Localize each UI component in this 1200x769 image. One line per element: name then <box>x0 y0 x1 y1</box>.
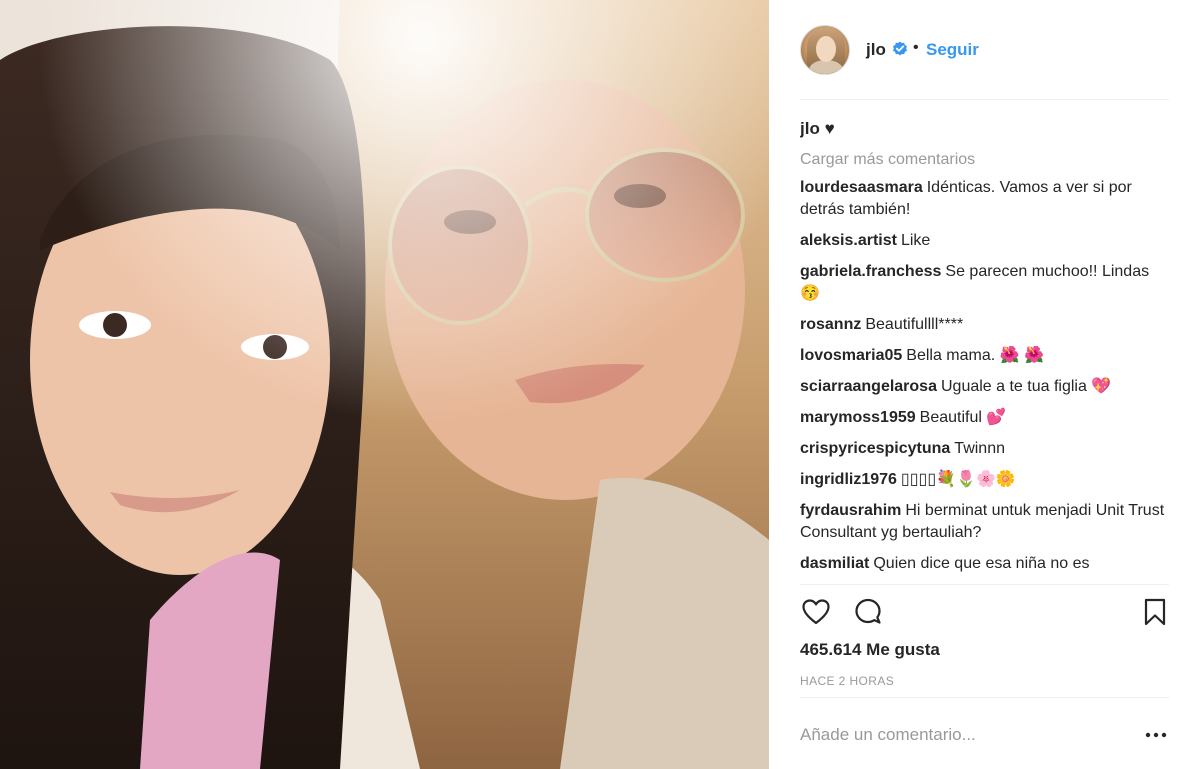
comment-username[interactable]: rosannz <box>800 316 861 333</box>
comment-item: fyrdausrahim Hi berminat untuk menjadi Un… <box>800 500 1169 544</box>
comment-text: Uguale a te tua figlia 💖 <box>940 378 1112 395</box>
comment-username[interactable]: lourdesaasmara <box>800 179 923 196</box>
comment-item: aleksis.artist Like <box>800 230 1169 252</box>
post-sidebar: jlo • Seguir jlo ♥ Cargar más comentario… <box>769 0 1200 769</box>
comment-item: crispyricespicytuna Twinnn <box>800 438 1169 460</box>
bookmark-icon[interactable] <box>1139 596 1171 628</box>
comment-username[interactable]: fyrdausrahim <box>800 502 901 519</box>
more-options-icon[interactable] <box>1143 722 1169 748</box>
footer-divider <box>800 697 1169 698</box>
header-divider <box>800 99 1169 100</box>
verified-badge-icon <box>893 41 907 56</box>
comment-bubble-icon[interactable] <box>852 596 884 628</box>
comment-text: ▯▯▯▯💐🌷🌸🌼 <box>900 471 1016 488</box>
add-comment-input[interactable] <box>800 718 1130 752</box>
comment-item: sciarraangelarosa Uguale a te tua figlia … <box>800 376 1169 398</box>
caption-username[interactable]: jlo <box>800 119 820 138</box>
comments-list[interactable]: jlo ♥ Cargar más comentarios lourdesaasm… <box>800 116 1169 584</box>
comment-username[interactable]: dasmiliat <box>800 555 869 572</box>
comment-username[interactable]: gabriela.franchess <box>800 263 941 280</box>
comment-username[interactable]: lovosmaria05 <box>800 347 902 364</box>
header-separator: • <box>913 39 919 56</box>
comment-item: dasmiliat Quien dice que esa niña no es <box>800 553 1169 575</box>
comment-text: Bella mama. 🌺 🌺 <box>906 347 1044 364</box>
comment-text: Quien dice que esa niña no es <box>873 555 1090 572</box>
comment-username[interactable]: sciarraangelarosa <box>800 378 937 395</box>
comment-item: ingridliz1976 ▯▯▯▯💐🌷🌸🌼 <box>800 469 1169 491</box>
comment-item: lourdesaasmara Idénticas. Vamos a ver si … <box>800 177 1169 221</box>
post-caption: jlo ♥ <box>800 117 1169 141</box>
post-actions <box>800 596 1169 632</box>
comment-text: Beautiful 💕 <box>919 409 1007 426</box>
avatar-face <box>816 36 836 62</box>
follow-button[interactable]: Seguir <box>926 40 979 60</box>
post-username[interactable]: jlo <box>866 40 886 60</box>
comment-item: rosannz Beautifullll**** <box>800 314 1169 336</box>
post-timestamp[interactable]: HACE 2 HORAS <box>800 674 894 688</box>
post-photo-illustration <box>0 0 769 769</box>
comment-item: lovosmaria05 Bella mama. 🌺 🌺 <box>800 345 1169 367</box>
comment-username[interactable]: crispyricespicytuna <box>800 440 950 457</box>
likes-count[interactable]: 465.614 Me gusta <box>800 640 940 660</box>
comment-username[interactable]: marymoss1959 <box>800 409 916 426</box>
avatar-body <box>809 60 843 74</box>
avatar[interactable] <box>800 25 850 75</box>
caption-text: ♥ <box>824 119 835 138</box>
comments-divider <box>800 584 1169 585</box>
comment-text: Beautifullll**** <box>865 316 964 333</box>
heart-icon[interactable] <box>800 596 832 628</box>
comment-item: gabriela.franchess Se parecen muchoo!! Li… <box>800 261 1169 305</box>
comment-text: Twinnn <box>954 440 1005 457</box>
comment-text: Like <box>900 232 931 249</box>
comment-username[interactable]: aleksis.artist <box>800 232 897 249</box>
load-more-comments-link[interactable]: Cargar más comentarios <box>800 149 1169 171</box>
post-header: jlo • Seguir <box>769 0 1200 100</box>
comment-username[interactable]: ingridliz1976 <box>800 471 897 488</box>
post-photo[interactable] <box>0 0 769 769</box>
comment-item: marymoss1959 Beautiful 💕 <box>800 407 1169 429</box>
